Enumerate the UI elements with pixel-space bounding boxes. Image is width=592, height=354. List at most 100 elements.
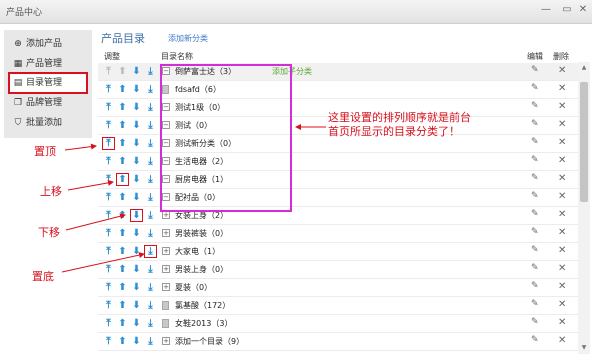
category-name[interactable]: 夏装（0） bbox=[175, 282, 212, 293]
move-down-icon[interactable]: ⬇ bbox=[131, 264, 142, 275]
edit-icon[interactable]: ✎ bbox=[531, 263, 539, 273]
edit-icon[interactable]: ✎ bbox=[531, 227, 539, 237]
category-name[interactable]: 男装裤装（0） bbox=[175, 228, 228, 239]
move-up-icon[interactable]: ⬆ bbox=[117, 156, 128, 167]
delete-icon[interactable]: ✕ bbox=[558, 191, 566, 202]
expand-icon[interactable]: + bbox=[162, 211, 170, 219]
sidebar-item-0[interactable]: ⊕ 添加产品 bbox=[4, 34, 92, 54]
move-down-icon[interactable]: ⬇ bbox=[131, 174, 142, 185]
move-top-icon[interactable]: ⤒ bbox=[103, 192, 114, 203]
move-up-icon[interactable]: ⬆ bbox=[117, 318, 128, 329]
move-down-icon[interactable]: ⬇ bbox=[131, 228, 142, 239]
move-top-icon[interactable]: ⤒ bbox=[103, 156, 114, 167]
edit-icon[interactable]: ✎ bbox=[531, 119, 539, 129]
move-up-icon[interactable]: ⬆ bbox=[117, 192, 128, 203]
delete-icon[interactable]: ✕ bbox=[558, 299, 566, 310]
move-down-icon[interactable]: ⬇ bbox=[131, 318, 142, 329]
edit-icon[interactable]: ✎ bbox=[531, 65, 539, 75]
expand-icon[interactable]: + bbox=[162, 247, 170, 255]
move-top-icon[interactable]: ⤒ bbox=[103, 336, 114, 347]
move-down-icon[interactable]: ⬇ bbox=[131, 120, 142, 131]
edit-icon[interactable]: ✎ bbox=[531, 101, 539, 111]
move-down-icon[interactable]: ⬇ bbox=[131, 138, 142, 149]
expand-icon[interactable]: + bbox=[162, 229, 170, 237]
edit-icon[interactable]: ✎ bbox=[531, 83, 539, 93]
scroll-up-icon[interactable]: ▲ bbox=[580, 64, 588, 72]
move-down-icon[interactable]: ⬇ bbox=[131, 282, 142, 293]
edit-icon[interactable]: ✎ bbox=[531, 335, 539, 345]
move-top-icon[interactable]: ⤒ bbox=[103, 120, 114, 131]
move-down-icon[interactable]: ⬇ bbox=[131, 156, 142, 167]
move-bottom-icon[interactable]: ⤓ bbox=[145, 174, 156, 185]
edit-icon[interactable]: ✎ bbox=[531, 317, 539, 327]
delete-icon[interactable]: ✕ bbox=[558, 263, 566, 274]
move-top-icon[interactable]: ⤒ bbox=[103, 174, 114, 185]
move-bottom-icon[interactable]: ⤓ bbox=[145, 336, 156, 347]
sidebar-item-4[interactable]: ⛉ 批量添加 bbox=[4, 113, 92, 133]
move-bottom-icon[interactable]: ⤓ bbox=[145, 264, 156, 275]
move-bottom-icon[interactable]: ⤓ bbox=[145, 210, 156, 221]
move-up-icon[interactable]: ⬆ bbox=[117, 246, 128, 257]
move-bottom-icon[interactable]: ⤓ bbox=[145, 66, 156, 77]
edit-icon[interactable]: ✎ bbox=[531, 209, 539, 219]
move-bottom-icon[interactable]: ⤓ bbox=[144, 245, 157, 258]
move-bottom-icon[interactable]: ⤓ bbox=[145, 84, 156, 95]
move-bottom-icon[interactable]: ⤓ bbox=[145, 300, 156, 311]
move-up-icon[interactable]: ⬆ bbox=[116, 173, 129, 186]
delete-icon[interactable]: ✕ bbox=[558, 65, 566, 76]
move-bottom-icon[interactable]: ⤓ bbox=[145, 156, 156, 167]
move-down-icon[interactable]: ⬇ bbox=[131, 66, 142, 77]
move-up-icon[interactable]: ⬆ bbox=[117, 138, 128, 149]
category-name[interactable]: 男装上身（0） bbox=[175, 264, 228, 275]
move-top-icon[interactable]: ⤒ bbox=[103, 66, 114, 77]
delete-icon[interactable]: ✕ bbox=[558, 209, 566, 220]
move-down-icon[interactable]: ⬇ bbox=[130, 209, 143, 222]
sidebar-item-1[interactable]: ▦ 产品管理 bbox=[4, 54, 92, 74]
move-bottom-icon[interactable]: ⤓ bbox=[145, 102, 156, 113]
move-top-icon[interactable]: ⤒ bbox=[103, 102, 114, 113]
move-bottom-icon[interactable]: ⤓ bbox=[145, 282, 156, 293]
move-top-icon[interactable]: ⤒ bbox=[103, 84, 114, 95]
expand-icon[interactable]: + bbox=[162, 265, 170, 273]
move-up-icon[interactable]: ⬆ bbox=[117, 282, 128, 293]
close-icon[interactable]: ✕ bbox=[576, 3, 590, 17]
delete-icon[interactable]: ✕ bbox=[558, 317, 566, 328]
category-name[interactable]: 添加一个目录（9） bbox=[175, 336, 244, 347]
edit-icon[interactable]: ✎ bbox=[531, 155, 539, 165]
move-down-icon[interactable]: ⬇ bbox=[131, 102, 142, 113]
move-bottom-icon[interactable]: ⤓ bbox=[145, 228, 156, 239]
delete-icon[interactable]: ✕ bbox=[558, 173, 566, 184]
delete-icon[interactable]: ✕ bbox=[558, 155, 566, 166]
move-top-icon[interactable]: ⤒ bbox=[103, 228, 114, 239]
delete-icon[interactable]: ✕ bbox=[558, 227, 566, 238]
sidebar-item-2[interactable]: ▤ 目录管理 bbox=[8, 72, 88, 94]
category-name[interactable]: 女鞋2013（3） bbox=[175, 318, 232, 329]
edit-icon[interactable]: ✎ bbox=[531, 137, 539, 147]
move-up-icon[interactable]: ⬆ bbox=[117, 228, 128, 239]
edit-icon[interactable]: ✎ bbox=[531, 245, 539, 255]
move-up-icon[interactable]: ⬆ bbox=[117, 336, 128, 347]
edit-icon[interactable]: ✎ bbox=[531, 299, 539, 309]
move-up-icon[interactable]: ⬆ bbox=[117, 120, 128, 131]
add-new-category-link[interactable]: 添加新分类 bbox=[168, 33, 208, 44]
delete-icon[interactable]: ✕ bbox=[558, 137, 566, 148]
move-bottom-icon[interactable]: ⤓ bbox=[145, 138, 156, 149]
move-up-icon[interactable]: ⬆ bbox=[117, 300, 128, 311]
expand-icon[interactable]: + bbox=[162, 337, 170, 345]
move-bottom-icon[interactable]: ⤓ bbox=[145, 192, 156, 203]
move-up-icon[interactable]: ⬆ bbox=[117, 102, 128, 113]
scrollbar[interactable]: ▲ ▼ bbox=[578, 62, 590, 354]
move-top-icon[interactable]: ⤒ bbox=[102, 137, 115, 150]
move-top-icon[interactable]: ⤒ bbox=[103, 264, 114, 275]
minimize-icon[interactable]: — bbox=[539, 3, 553, 17]
move-down-icon[interactable]: ⬇ bbox=[131, 192, 142, 203]
move-down-icon[interactable]: ⬇ bbox=[131, 84, 142, 95]
scroll-down-icon[interactable]: ▼ bbox=[580, 344, 588, 352]
expand-icon[interactable]: + bbox=[162, 283, 170, 291]
move-down-icon[interactable]: ⬇ bbox=[131, 300, 142, 311]
move-top-icon[interactable]: ⤒ bbox=[103, 246, 114, 257]
category-name[interactable]: 氯基酸（172） bbox=[175, 300, 230, 311]
delete-icon[interactable]: ✕ bbox=[558, 101, 566, 112]
delete-icon[interactable]: ✕ bbox=[558, 245, 566, 256]
delete-icon[interactable]: ✕ bbox=[558, 83, 566, 94]
